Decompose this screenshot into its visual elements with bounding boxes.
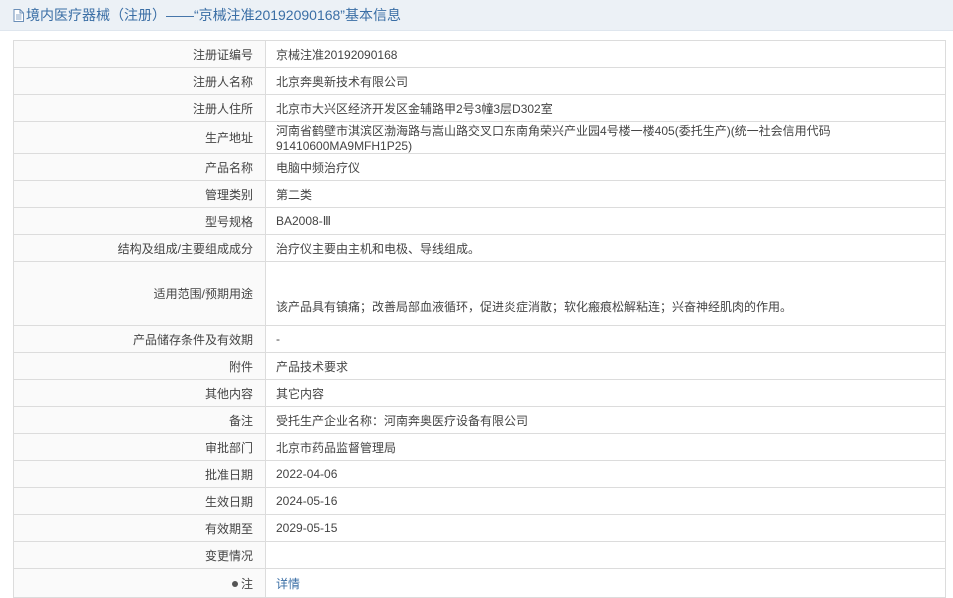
row-value: 2024-05-16 bbox=[265, 487, 946, 515]
table-row-production-address: 生产地址 河南省鹤壁市淇滨区渤海路与嵩山路交叉口东南角荣兴产业园4号楼一楼405… bbox=[13, 121, 946, 154]
row-label: 审批部门 bbox=[13, 433, 266, 461]
row-value: 治疗仪主要由主机和电极、导线组成。 bbox=[265, 234, 946, 262]
row-value: 北京奔奥新技术有限公司 bbox=[265, 67, 946, 95]
row-label: 注册人名称 bbox=[13, 67, 266, 95]
row-value: 受托生产企业名称：河南奔奥医疗设备有限公司 bbox=[265, 406, 946, 434]
table-row-registrant-address: 注册人住所 北京市大兴区经济开发区金辅路甲2号3幢3层D302室 bbox=[13, 94, 946, 122]
row-value: 详情 bbox=[265, 568, 946, 598]
row-value: 河南省鹤壁市淇滨区渤海路与嵩山路交叉口东南角荣兴产业园4号楼一楼405(委托生产… bbox=[265, 121, 946, 154]
row-label: 适用范围/预期用途 bbox=[13, 261, 266, 326]
table-row-structure: 结构及组成/主要组成成分 治疗仪主要由主机和电极、导线组成。 bbox=[13, 234, 946, 262]
row-label: 生效日期 bbox=[13, 487, 266, 515]
document-icon bbox=[13, 8, 24, 22]
row-value bbox=[265, 541, 946, 569]
row-label: 管理类别 bbox=[13, 180, 266, 208]
row-value: 产品技术要求 bbox=[265, 352, 946, 380]
row-value: 其它内容 bbox=[265, 379, 946, 407]
row-label: 产品储存条件及有效期 bbox=[13, 325, 266, 353]
table-row-approval-dept: 审批部门 北京市药品监督管理局 bbox=[13, 433, 946, 461]
table-row-registrant-name: 注册人名称 北京奔奥新技术有限公司 bbox=[13, 67, 946, 95]
table-row-product-name: 产品名称 电脑中频治疗仪 bbox=[13, 153, 946, 181]
row-label: 结构及组成/主要组成成分 bbox=[13, 234, 266, 262]
table-row-note: 注 详情 bbox=[13, 568, 946, 598]
row-value: 京械注准20192090168 bbox=[265, 40, 946, 68]
row-value: 电脑中频治疗仪 bbox=[265, 153, 946, 181]
note-label: 注 bbox=[240, 576, 253, 591]
row-label: 变更情况 bbox=[13, 541, 266, 569]
table-row-storage: 产品储存条件及有效期 - bbox=[13, 325, 946, 353]
row-label: 附件 bbox=[13, 352, 266, 380]
row-value: - bbox=[265, 325, 946, 353]
table-row-change-status: 变更情况 bbox=[13, 541, 946, 569]
detail-table: 注册证编号 京械注准20192090168 注册人名称 北京奔奥新技术有限公司 … bbox=[13, 40, 946, 598]
row-label: 注册证编号 bbox=[13, 40, 266, 68]
row-label: 注册人住所 bbox=[13, 94, 266, 122]
details-link[interactable]: 详情 bbox=[276, 577, 300, 591]
table-row-attachment: 附件 产品技术要求 bbox=[13, 352, 946, 380]
row-value: BA2008-Ⅲ bbox=[265, 207, 946, 235]
row-label: 产品名称 bbox=[13, 153, 266, 181]
row-value: 2029-05-15 bbox=[265, 514, 946, 542]
table-row-other-content: 其他内容 其它内容 bbox=[13, 379, 946, 407]
row-value: 2022-04-06 bbox=[265, 460, 946, 488]
row-label: 型号规格 bbox=[13, 207, 266, 235]
table-row-registration-number: 注册证编号 京械注准20192090168 bbox=[13, 40, 946, 68]
row-value: 该产品具有镇痛；改善局部血液循环，促进炎症消散；软化瘢痕松解粘连；兴奋神经肌肉的… bbox=[265, 261, 946, 326]
table-row-management-category: 管理类别 第二类 bbox=[13, 180, 946, 208]
table-row-expiry-date: 有效期至 2029-05-15 bbox=[13, 514, 946, 542]
table-row-model-spec: 型号规格 BA2008-Ⅲ bbox=[13, 207, 946, 235]
table-row-remarks: 备注 受托生产企业名称：河南奔奥医疗设备有限公司 bbox=[13, 406, 946, 434]
table-row-intended-use: 适用范围/预期用途 该产品具有镇痛；改善局部血液循环，促进炎症消散；软化瘢痕松解… bbox=[13, 261, 946, 326]
row-label: 有效期至 bbox=[13, 514, 266, 542]
row-value: 北京市药品监督管理局 bbox=[265, 433, 946, 461]
page-title: 境内医疗器械（注册）——“京械注准20192090168”基本信息 bbox=[26, 7, 401, 23]
page-header: 境内医疗器械（注册）——“京械注准20192090168”基本信息 bbox=[0, 0, 953, 31]
row-label: 其他内容 bbox=[13, 379, 266, 407]
row-value: 北京市大兴区经济开发区金辅路甲2号3幢3层D302室 bbox=[265, 94, 946, 122]
row-label: 生产地址 bbox=[13, 121, 266, 154]
table-row-effective-date: 生效日期 2024-05-16 bbox=[13, 487, 946, 515]
row-label: 批准日期 bbox=[13, 460, 266, 488]
row-label: 备注 bbox=[13, 406, 266, 434]
bullet-icon bbox=[231, 581, 238, 588]
row-label: 注 bbox=[13, 568, 266, 598]
row-value: 第二类 bbox=[265, 180, 946, 208]
table-row-approval-date: 批准日期 2022-04-06 bbox=[13, 460, 946, 488]
